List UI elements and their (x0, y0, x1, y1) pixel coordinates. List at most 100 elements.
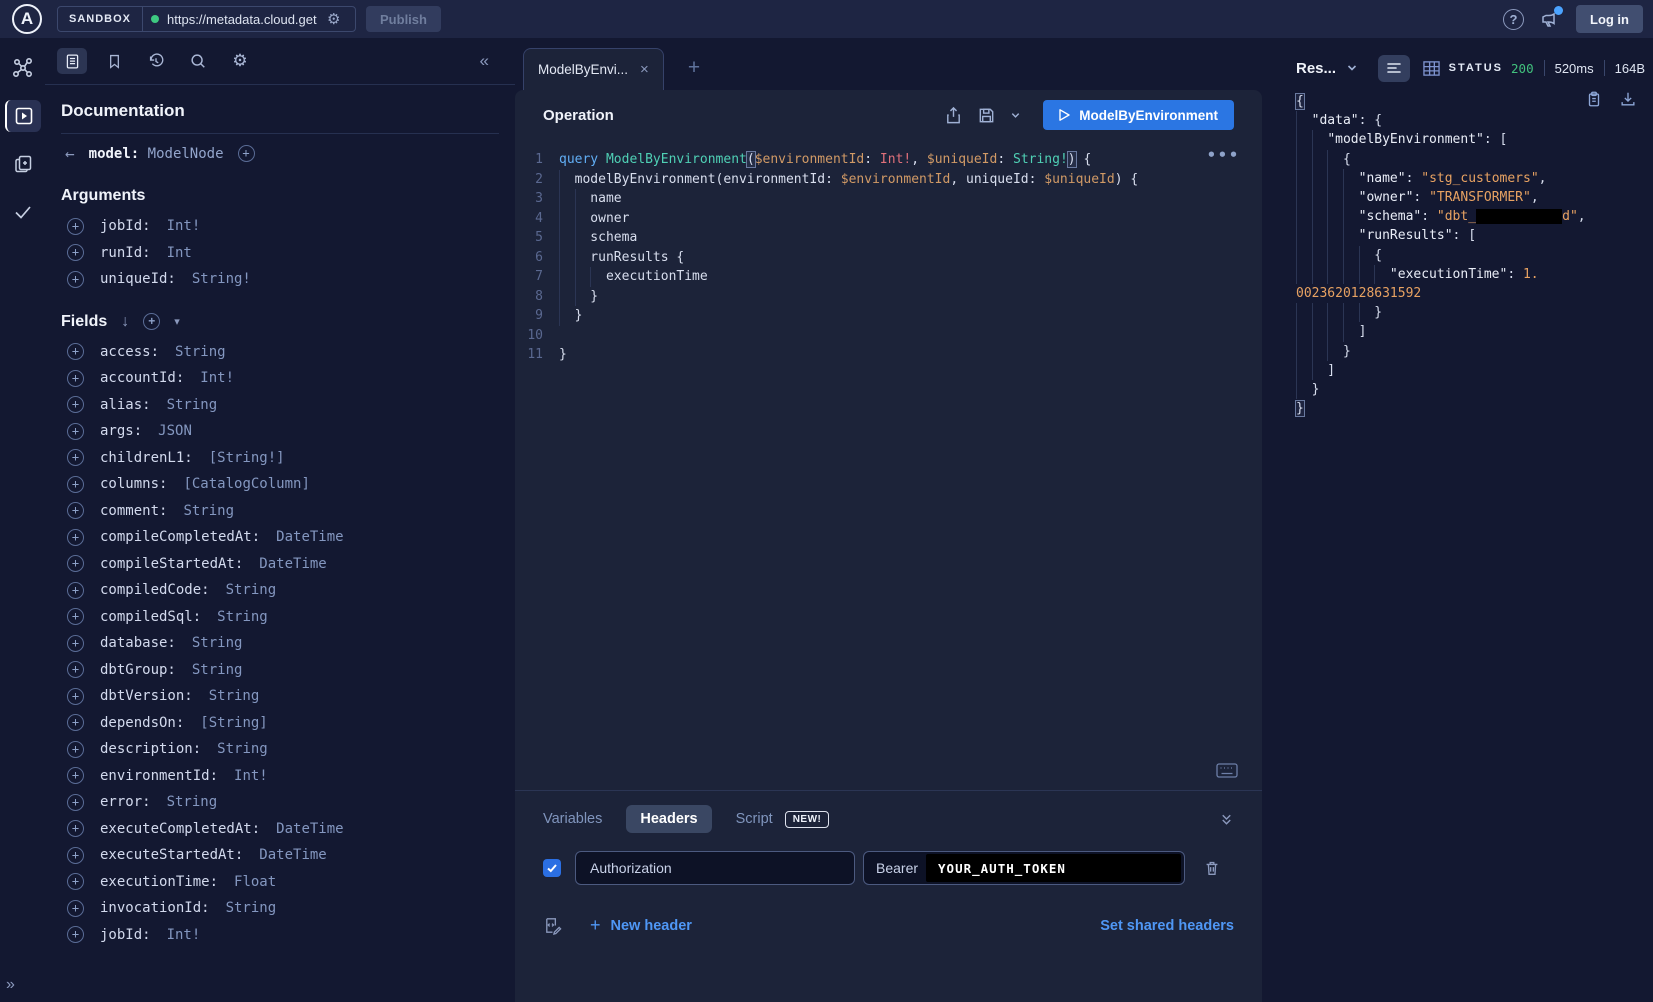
back-arrow-icon[interactable]: ← (65, 144, 75, 163)
query-editor[interactable]: 1query ModelByEnvironment($environmentId… (515, 140, 1262, 790)
add-field-icon[interactable]: + (67, 396, 84, 413)
add-field-icon[interactable]: + (67, 343, 84, 360)
add-field-icon[interactable]: + (67, 767, 84, 784)
documentation-tab-icon[interactable] (57, 48, 87, 74)
doc-field-row[interactable]: +childrenL1:[String!] (61, 445, 499, 472)
tab-script[interactable]: Script (736, 811, 773, 827)
endpoint-url-field[interactable]: https://metadata.cloud.get ⚙ (143, 7, 355, 31)
doc-field-row[interactable]: +runId:Int (61, 240, 499, 267)
doc-field-row[interactable]: +error:String (61, 789, 499, 816)
saved-operations-icon[interactable] (99, 48, 129, 74)
search-icon[interactable] (183, 48, 213, 74)
header-value-input[interactable]: Bearer YOUR_AUTH_TOKEN (863, 851, 1185, 885)
doc-field-row[interactable]: +dbtGroup:String (61, 657, 499, 684)
doc-field-row[interactable]: +dbtVersion:String (61, 683, 499, 710)
doc-field-row[interactable]: +executeStartedAt:DateTime (61, 842, 499, 869)
doc-field-row[interactable]: +dependsOn:[String] (61, 710, 499, 737)
add-field-icon[interactable]: + (67, 741, 84, 758)
help-icon[interactable]: ? (1503, 9, 1524, 30)
settings-gear-icon[interactable]: ⚙ (225, 48, 255, 74)
set-shared-headers-link[interactable]: Set shared headers (1100, 918, 1234, 934)
formatted-view-icon[interactable] (1378, 55, 1410, 82)
share-icon[interactable] (944, 106, 963, 125)
new-header-button[interactable]: + New header (590, 915, 692, 936)
close-tab-icon[interactable]: × (640, 61, 649, 78)
doc-field-row[interactable]: +description:String (61, 736, 499, 763)
add-field-icon[interactable]: + (67, 820, 84, 837)
header-name-input[interactable]: Authorization (575, 851, 855, 885)
auth-token-value[interactable]: YOUR_AUTH_TOKEN (926, 854, 1181, 882)
doc-field-row[interactable]: +accountId:Int! (61, 365, 499, 392)
environment-variables-icon[interactable] (543, 916, 562, 935)
add-field-icon[interactable]: + (67, 423, 84, 440)
sort-fields-icon[interactable]: ↓ (121, 313, 129, 331)
response-title[interactable]: Res... (1296, 60, 1336, 77)
doc-field-row[interactable]: +comment:String (61, 498, 499, 525)
tab-variables[interactable]: Variables (543, 811, 602, 827)
add-field-icon[interactable]: + (67, 688, 84, 705)
add-field-icon[interactable]: + (67, 370, 84, 387)
doc-field-row[interactable]: +database:String (61, 630, 499, 657)
add-field-icon[interactable]: + (67, 794, 84, 811)
add-field-icon[interactable]: + (67, 847, 84, 864)
add-field-icon[interactable]: + (67, 582, 84, 599)
schema-graph-icon[interactable] (5, 52, 41, 84)
login-button[interactable]: Log in (1576, 5, 1643, 33)
add-field-icon[interactable]: + (67, 900, 84, 917)
apollo-logo[interactable]: A (12, 4, 42, 34)
doc-field-row[interactable]: +compiledCode:String (61, 577, 499, 604)
add-field-icon[interactable]: + (67, 244, 84, 261)
doc-field-row[interactable]: +environmentId:Int! (61, 763, 499, 790)
doc-field-row[interactable]: +executionTime:Float (61, 869, 499, 896)
add-field-icon[interactable]: + (67, 661, 84, 678)
add-field-icon[interactable]: + (67, 714, 84, 731)
doc-field-row[interactable]: +args:JSON (61, 418, 499, 445)
add-field-icon[interactable]: + (67, 555, 84, 572)
doc-field-row[interactable]: +compileCompletedAt:DateTime (61, 524, 499, 551)
add-field-icon[interactable]: + (67, 635, 84, 652)
checks-icon[interactable] (5, 196, 41, 228)
add-field-icon[interactable]: + (67, 529, 84, 546)
header-enabled-checkbox[interactable] (543, 859, 561, 877)
doc-field-row[interactable]: +alias:String (61, 392, 499, 419)
doc-field-row[interactable]: +jobId:Int! (61, 213, 499, 240)
add-field-icon[interactable]: + (67, 926, 84, 943)
announcements-icon[interactable] (1540, 9, 1560, 29)
add-field-icon[interactable]: + (67, 502, 84, 519)
doc-field-row[interactable]: +access:String (61, 339, 499, 366)
add-field-icon[interactable]: + (67, 271, 84, 288)
endpoint-settings-icon[interactable]: ⚙ (327, 12, 340, 27)
add-field-icon[interactable]: + (238, 145, 255, 162)
new-tab-button[interactable]: + (688, 56, 700, 90)
doc-field-row[interactable]: +executeCompletedAt:DateTime (61, 816, 499, 843)
doc-field-row[interactable]: +compileStartedAt:DateTime (61, 551, 499, 578)
doc-field-row[interactable]: +invocationId:String (61, 895, 499, 922)
history-icon[interactable] (141, 48, 171, 74)
add-all-fields-icon[interactable]: + (143, 313, 160, 330)
delete-header-icon[interactable] (1203, 859, 1221, 877)
fields-chevron-icon[interactable]: ▾ (174, 315, 180, 328)
response-dropdown-icon[interactable] (1346, 62, 1358, 74)
doc-field-row[interactable]: +uniqueId:String! (61, 266, 499, 293)
editor-menu-icon[interactable]: ••• (1207, 146, 1240, 166)
add-field-icon[interactable]: + (67, 608, 84, 625)
tab-headers[interactable]: Headers (626, 805, 711, 833)
collapse-panel-icon[interactable] (1219, 812, 1234, 827)
expand-rail-icon[interactable]: » (6, 976, 15, 994)
add-field-icon[interactable]: + (67, 873, 84, 890)
doc-field-row[interactable]: +jobId:Int! (61, 922, 499, 949)
add-field-icon[interactable]: + (67, 476, 84, 493)
explorer-icon[interactable] (5, 100, 41, 132)
tab-modelbyenvironment[interactable]: ModelByEnvi... × (523, 48, 664, 90)
table-view-icon[interactable] (1422, 60, 1441, 77)
save-chevron-icon[interactable] (1010, 110, 1021, 121)
publish-button[interactable]: Publish (366, 6, 441, 32)
save-icon[interactable] (977, 106, 996, 125)
response-json[interactable]: { "data": { "modelByEnvironment": [ { "n… (1296, 92, 1645, 418)
keyboard-shortcuts-icon[interactable] (1216, 763, 1238, 778)
operation-collections-icon[interactable] (5, 148, 41, 180)
doc-field-row[interactable]: +compiledSql:String (61, 604, 499, 631)
collapse-docs-icon[interactable]: « (480, 51, 489, 71)
endpoint-url[interactable]: https://metadata.cloud.get (167, 12, 319, 27)
add-field-icon[interactable]: + (67, 449, 84, 466)
